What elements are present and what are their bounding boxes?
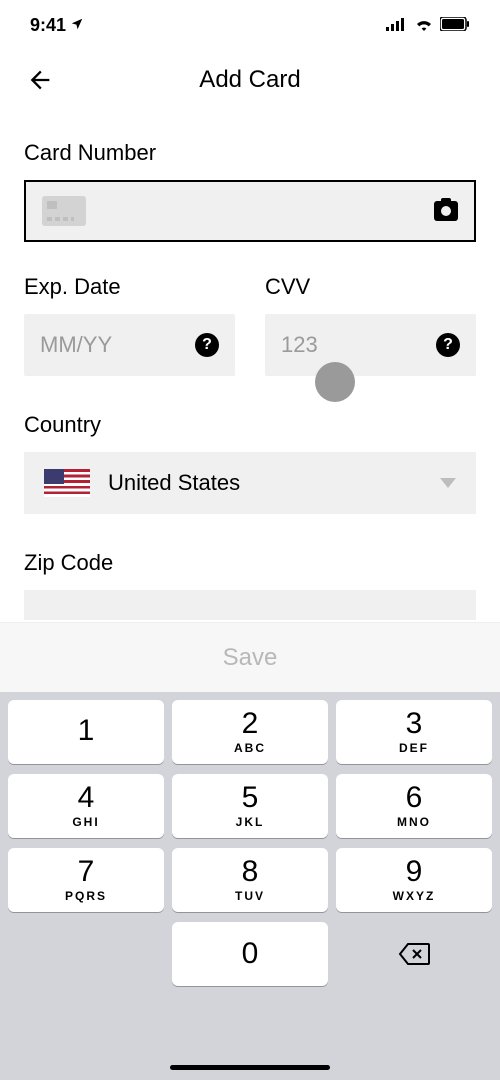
zip-group: Zip Code (24, 550, 476, 620)
battery-icon (440, 15, 470, 36)
us-flag-icon (44, 469, 90, 497)
key-6[interactable]: 6MNO (336, 774, 492, 838)
touch-indicator (315, 362, 355, 402)
card-number-group: Card Number (24, 140, 476, 242)
key-3[interactable]: 3DEF (336, 700, 492, 764)
save-button[interactable]: Save (0, 622, 500, 692)
country-label: Country (24, 412, 476, 438)
cvv-placeholder: 123 (281, 332, 318, 358)
card-number-label: Card Number (24, 140, 476, 166)
help-icon[interactable]: ? (195, 333, 219, 357)
key-backspace[interactable] (336, 922, 492, 986)
card-number-input[interactable] (24, 180, 476, 242)
header: Add Card (0, 50, 500, 110)
add-card-form: Card Number Exp. Date MM/YY ? CVV 123 ? … (0, 140, 500, 620)
numeric-keypad: 1 2ABC 3DEF 4GHI 5JKL 6MNO 7PQRS 8TUV 9W… (0, 692, 500, 1080)
key-2[interactable]: 2ABC (172, 700, 328, 764)
page-title: Add Card (199, 66, 300, 94)
status-bar: 9:41 (0, 0, 500, 50)
exp-date-label: Exp. Date (24, 274, 235, 300)
country-group: Country United States (24, 412, 476, 514)
credit-card-icon (42, 196, 86, 226)
key-0[interactable]: 0 (172, 922, 328, 986)
help-icon[interactable]: ? (436, 333, 460, 357)
location-icon (70, 15, 84, 36)
key-4[interactable]: 4GHI (8, 774, 164, 838)
key-5[interactable]: 5JKL (172, 774, 328, 838)
cvv-input[interactable]: 123 ? (265, 314, 476, 376)
exp-date-input[interactable]: MM/YY ? (24, 314, 235, 376)
backspace-icon (398, 942, 430, 966)
chevron-down-icon (440, 478, 456, 488)
status-time: 9:41 (30, 15, 66, 36)
country-select[interactable]: United States (24, 452, 476, 514)
zip-label: Zip Code (24, 550, 476, 576)
exp-date-group: Exp. Date MM/YY ? (24, 274, 235, 376)
exp-date-placeholder: MM/YY (40, 332, 112, 358)
country-value: United States (108, 470, 422, 496)
key-9[interactable]: 9WXYZ (336, 848, 492, 912)
wifi-icon (414, 15, 434, 36)
camera-icon[interactable] (434, 201, 458, 221)
key-7[interactable]: 7PQRS (8, 848, 164, 912)
cvv-group: CVV 123 ? (265, 274, 476, 376)
home-indicator[interactable] (170, 1065, 330, 1070)
arrow-left-icon (26, 66, 54, 94)
back-button[interactable] (24, 64, 56, 96)
save-label: Save (223, 644, 278, 672)
cvv-label: CVV (265, 274, 476, 300)
key-1[interactable]: 1 (8, 700, 164, 764)
key-blank (8, 922, 164, 986)
cellular-icon (386, 15, 408, 36)
zip-input[interactable] (24, 590, 476, 620)
key-8[interactable]: 8TUV (172, 848, 328, 912)
